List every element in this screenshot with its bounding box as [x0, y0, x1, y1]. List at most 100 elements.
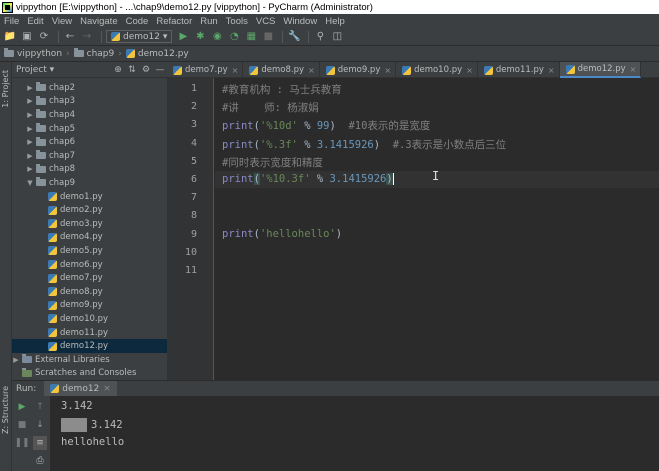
- tree-item-chap3[interactable]: ▶ chap3: [12, 95, 167, 109]
- python-file-icon: [249, 65, 259, 75]
- tab-demo9[interactable]: demo9.py ×: [320, 62, 397, 78]
- search-icon[interactable]: ⚲: [313, 30, 327, 44]
- chevron-right-icon[interactable]: ▶: [26, 138, 34, 146]
- tree-item-demo8-py[interactable]: demo8.py: [12, 285, 167, 299]
- back-icon[interactable]: ←: [63, 30, 77, 44]
- chevron-right-icon[interactable]: ▶: [12, 356, 20, 364]
- tab-demo8[interactable]: demo8.py ×: [243, 62, 320, 78]
- soft-wrap-icon[interactable]: ≡: [33, 436, 47, 450]
- menu-edit[interactable]: Edit: [23, 16, 47, 27]
- tree-item-chap4[interactable]: ▶ chap4: [12, 108, 167, 122]
- coverage-icon[interactable]: ◉: [210, 30, 224, 44]
- structure-tool-button[interactable]: Z: Structure: [1, 386, 10, 434]
- breadcrumb-folder[interactable]: chap9: [87, 49, 115, 59]
- chevron-right-icon[interactable]: ▶: [26, 84, 34, 92]
- close-icon[interactable]: ×: [308, 66, 315, 75]
- close-icon[interactable]: ×: [232, 66, 239, 75]
- tree-item-demo1-py[interactable]: demo1.py: [12, 190, 167, 204]
- run-console-output[interactable]: 3.142 3.142 hellohello: [50, 396, 659, 471]
- close-icon[interactable]: ×: [384, 66, 391, 75]
- forward-icon[interactable]: →: [80, 30, 94, 44]
- menu-code[interactable]: Code: [122, 16, 153, 27]
- tree-item-demo11-py[interactable]: demo11.py: [12, 326, 167, 340]
- tree-item-chap7[interactable]: ▶ chap7: [12, 149, 167, 163]
- tree-item-demo3-py[interactable]: demo3.py: [12, 217, 167, 231]
- pause-icon[interactable]: ❚❚: [14, 436, 29, 450]
- tree-item-demo7-py[interactable]: demo7.py: [12, 271, 167, 285]
- tree-item-chap6[interactable]: ▶ chap6: [12, 135, 167, 149]
- run-tab-demo12[interactable]: demo12 ×: [44, 381, 117, 396]
- chevron-right-icon[interactable]: ▶: [26, 152, 34, 160]
- tab-demo12[interactable]: demo12.py ×: [559, 62, 642, 78]
- console-padding-highlight: [61, 418, 87, 432]
- close-icon[interactable]: ×: [630, 65, 637, 74]
- code-line: #讲 师: 杨淑娟: [222, 102, 319, 115]
- line-number: 10: [184, 246, 197, 258]
- tree-item-demo10-py[interactable]: demo10.py: [12, 312, 167, 326]
- project-tool-button[interactable]: 1: Project: [1, 70, 10, 108]
- run-icon[interactable]: ▶: [176, 30, 190, 44]
- tree-item-demo12-py[interactable]: demo12.py: [12, 339, 167, 353]
- menu-window[interactable]: Window: [279, 16, 321, 27]
- tree-item-chap5[interactable]: ▶ chap5: [12, 122, 167, 136]
- tree-item-scratches-and-consoles[interactable]: Scratches and Consoles: [12, 367, 167, 381]
- profile-icon[interactable]: ◔: [227, 30, 241, 44]
- gear-icon[interactable]: ⚙: [139, 65, 153, 75]
- menu-help[interactable]: Help: [321, 16, 349, 27]
- open-folder-icon[interactable]: 📁: [3, 30, 17, 44]
- chevron-down-icon[interactable]: ▼: [26, 179, 34, 187]
- save-all-icon[interactable]: ▣: [20, 30, 34, 44]
- breadcrumb-file[interactable]: demo12.py: [138, 49, 189, 59]
- tree-item-chap8[interactable]: ▶ chap8: [12, 163, 167, 177]
- scroll-down-icon[interactable]: ↓: [33, 418, 47, 432]
- menu-vcs[interactable]: VCS: [252, 16, 280, 27]
- collapse-icon[interactable]: ⇅: [125, 65, 139, 75]
- chevron-right-icon[interactable]: ▶: [26, 97, 34, 105]
- chevron-right-icon[interactable]: ▶: [26, 125, 34, 133]
- close-icon[interactable]: ×: [103, 384, 111, 394]
- tab-demo11[interactable]: demo11.py ×: [478, 62, 560, 78]
- close-icon[interactable]: ×: [466, 66, 473, 75]
- stop-icon[interactable]: ■: [261, 30, 275, 44]
- print-icon[interactable]: ⎙: [33, 454, 47, 468]
- python-file-icon: [48, 246, 57, 256]
- tree-item-demo9-py[interactable]: demo9.py: [12, 299, 167, 313]
- settings-wrench-icon[interactable]: 🔧: [287, 30, 301, 44]
- locate-icon[interactable]: ⊕: [111, 65, 125, 75]
- tree-item-chap2[interactable]: ▶ chap2: [12, 81, 167, 95]
- chevron-right-icon[interactable]: ▶: [26, 111, 34, 119]
- rerun-icon[interactable]: ▶: [15, 400, 29, 414]
- concurrency-icon[interactable]: ▦: [244, 30, 258, 44]
- tree-item-label: demo8.py: [60, 286, 103, 297]
- structure-icon[interactable]: ◫: [330, 30, 344, 44]
- folder-icon: [73, 48, 84, 57]
- python-file-icon: [402, 65, 412, 75]
- sync-icon[interactable]: ⟳: [37, 30, 51, 44]
- python-file-icon: [483, 65, 493, 75]
- menu-file[interactable]: File: [0, 16, 23, 27]
- left-tool-stripe: 1: Project: [0, 62, 12, 380]
- breadcrumb-project[interactable]: vippython: [17, 49, 62, 59]
- debug-icon[interactable]: ✱: [193, 30, 207, 44]
- tree-item-demo2-py[interactable]: demo2.py: [12, 203, 167, 217]
- tree-item-external-libraries[interactable]: ▶ External Libraries: [12, 353, 167, 367]
- tree-item-demo4-py[interactable]: demo4.py: [12, 231, 167, 245]
- code-editor[interactable]: I #教育机构 : 马士兵教育 #讲 师: 杨淑娟 print('%10d' % 9…: [215, 78, 659, 380]
- menu-tools[interactable]: Tools: [222, 16, 252, 27]
- menu-run[interactable]: Run: [196, 16, 221, 27]
- project-view-selector[interactable]: Project ▾: [16, 65, 54, 75]
- tree-item-demo5-py[interactable]: demo5.py: [12, 244, 167, 258]
- run-configuration-select[interactable]: demo12 ▾: [106, 30, 173, 43]
- tab-demo7[interactable]: demo7.py ×: [167, 62, 244, 78]
- hide-icon[interactable]: —: [153, 65, 167, 75]
- stop-icon[interactable]: ■: [15, 418, 29, 432]
- close-icon[interactable]: ×: [548, 66, 555, 75]
- chevron-right-icon[interactable]: ▶: [26, 165, 34, 173]
- menu-refactor[interactable]: Refactor: [152, 16, 196, 27]
- scroll-up-icon[interactable]: ↑: [33, 400, 47, 414]
- menu-view[interactable]: View: [48, 16, 76, 27]
- tree-item-chap9[interactable]: ▼ chap9: [12, 176, 167, 190]
- tab-demo10[interactable]: demo10.py ×: [396, 62, 478, 78]
- menu-navigate[interactable]: Navigate: [76, 16, 122, 27]
- tree-item-demo6-py[interactable]: demo6.py: [12, 258, 167, 272]
